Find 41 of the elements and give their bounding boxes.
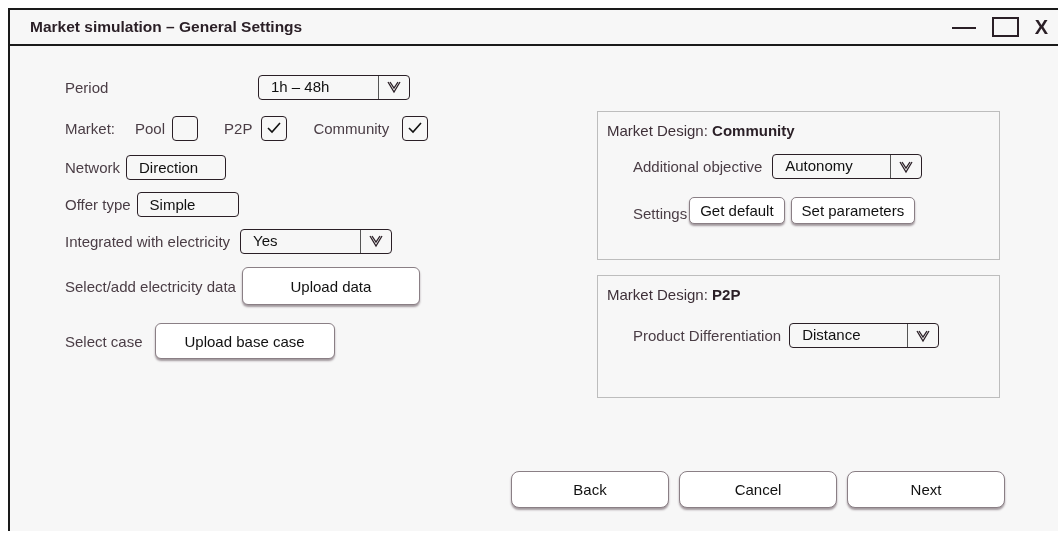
minimize-icon[interactable] xyxy=(951,26,976,30)
maximize-icon[interactable] xyxy=(991,17,1019,37)
chevron-down-icon xyxy=(899,159,914,174)
checkbox[interactable] xyxy=(261,115,288,141)
checkbox[interactable] xyxy=(402,115,429,141)
upload-button[interactable]: Upload data xyxy=(241,267,420,305)
field-label: Offer type xyxy=(65,195,131,213)
checkbox-label: Community xyxy=(313,119,390,137)
chevron-down-icon xyxy=(369,234,384,248)
option-button[interactable]: Direction xyxy=(126,154,226,180)
chevron-down-icon xyxy=(916,328,931,343)
field-label: Select/add electricity data xyxy=(65,277,236,295)
field-label: Market: xyxy=(65,119,115,137)
panel-title: Market Design: P2P xyxy=(607,286,742,303)
field-label: Integrated with electricity xyxy=(65,232,231,250)
field-label: Select case xyxy=(65,332,143,350)
close-button[interactable]: X xyxy=(1034,15,1048,39)
check-icon xyxy=(408,122,423,134)
check-icon xyxy=(267,122,282,134)
nav-button[interactable]: Back xyxy=(511,471,669,508)
dropdown[interactable]: Autonomy xyxy=(772,154,923,179)
field-label: Product Differentiation xyxy=(633,327,782,344)
field-label: Settings xyxy=(633,205,688,222)
window-title: Market simulation – General Settings xyxy=(30,18,303,36)
chevron-down-icon xyxy=(387,80,401,94)
field-label: Additional objective xyxy=(633,158,763,175)
option-button[interactable]: Simple xyxy=(136,191,239,217)
checkbox-label: Pool xyxy=(135,119,166,137)
field-label: Network xyxy=(65,158,120,176)
field-label: Period xyxy=(65,78,110,96)
settings-button[interactable]: Get default xyxy=(689,197,785,224)
panel-title: Market Design: Community xyxy=(607,122,796,139)
checkbox-label: P2P xyxy=(224,119,253,137)
settings-button[interactable]: Set parameters xyxy=(790,197,916,224)
dropdown[interactable]: 1h – 48h xyxy=(258,74,410,100)
checkbox[interactable] xyxy=(172,115,199,141)
dropdown[interactable]: Yes xyxy=(240,228,393,254)
nav-button[interactable]: Next xyxy=(847,471,1005,508)
nav-button[interactable]: Cancel xyxy=(679,471,837,508)
dropdown[interactable]: Distance xyxy=(789,323,940,348)
upload-button[interactable]: Upload base case xyxy=(154,323,335,359)
